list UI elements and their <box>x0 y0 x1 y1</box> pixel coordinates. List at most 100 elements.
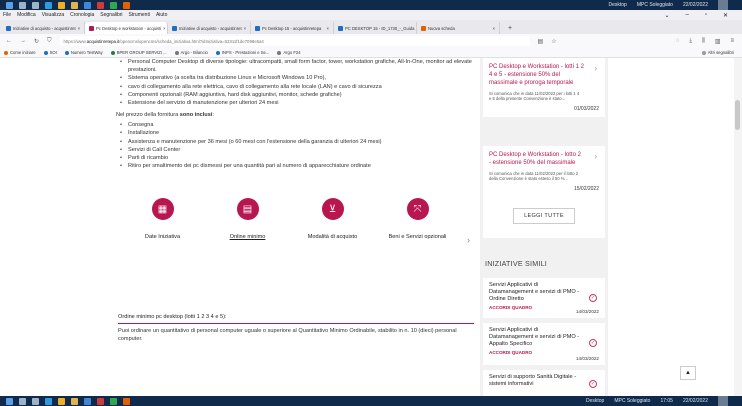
shield-icon[interactable]: ⛉ <box>47 38 52 45</box>
firefox-icon[interactable] <box>123 1 130 9</box>
tab-pc-desktop[interactable]: Pc Desktop e workstation - acquisti × <box>85 22 168 34</box>
tab-nuova-scheda[interactable]: Nuova scheda × <box>417 22 500 34</box>
modalita-acquisto-button[interactable]: ⊻ Modalità di acquisto <box>290 198 375 240</box>
bookmark-inps[interactable]: INPS - Prestazioni e Se... <box>215 50 269 55</box>
check-circle-icon[interactable]: ✓ <box>589 339 597 347</box>
task-view-icon[interactable] <box>32 397 39 405</box>
menu-aiuto[interactable]: Aiuto <box>156 12 167 18</box>
url-bar[interactable]: https://www. acquistinretepa.it/opencms/o… <box>59 36 530 46</box>
firefox-icon[interactable] <box>123 397 130 405</box>
back-icon[interactable]: ← <box>6 38 12 44</box>
similar-title[interactable]: Servizi Applicativi di Datamanagement e … <box>489 327 581 347</box>
reload-icon[interactable]: ↻ <box>34 38 39 45</box>
store-icon[interactable] <box>84 397 91 405</box>
news-title[interactable]: PC Desktop e Workstation - lotto 2 - est… <box>489 151 584 167</box>
forward-icon[interactable]: → <box>20 38 26 44</box>
bookmark-argo-bilancio[interactable]: Argo - Bilancio <box>174 50 208 55</box>
chevron-right-icon[interactable]: › <box>594 152 597 161</box>
tab-iniziative-1[interactable]: Iniziative di acquisto - acquistinret × <box>2 22 85 34</box>
app-icon[interactable] <box>110 397 117 405</box>
bookmark-star-icon[interactable]: ☆ <box>551 38 556 45</box>
scrollbar-thumb[interactable] <box>735 100 740 130</box>
sidebar-icon[interactable]: ▥ <box>715 38 721 45</box>
check-circle-icon[interactable]: ✓ <box>589 380 597 388</box>
divider <box>118 323 474 324</box>
similar-title[interactable]: Servizi di supporto Sanità Digitale - si… <box>489 374 581 388</box>
news-date: 15/02/2022 <box>573 185 599 192</box>
app-icon[interactable] <box>110 1 117 9</box>
close-icon[interactable]: × <box>242 26 246 31</box>
similar-item[interactable]: Servizi di supporto Sanità Digitale - si… <box>483 370 605 396</box>
reader-icon[interactable]: ▤ <box>538 38 544 45</box>
desktop-label[interactable]: Desktop <box>608 2 626 8</box>
chevron-right-icon[interactable]: › <box>467 235 470 245</box>
user-label[interactable]: MPC Soleggiato <box>614 398 650 404</box>
close-icon[interactable]: × <box>76 26 80 31</box>
task-view-icon[interactable] <box>32 1 39 9</box>
menu-cronologia[interactable]: Cronologia <box>70 12 94 18</box>
bookmark-testway[interactable]: Numero TestWay <box>64 50 103 55</box>
close-icon[interactable]: ✕ <box>723 12 728 19</box>
edge-icon[interactable] <box>45 397 52 405</box>
bookmark-come-iniziare[interactable]: Come iniziare <box>4 50 36 55</box>
store-icon[interactable] <box>84 1 91 9</box>
similar-item[interactable]: Servizi Applicativi di Datamanagement e … <box>483 278 605 318</box>
search-icon[interactable] <box>19 397 26 405</box>
news-card[interactable]: PC Desktop e Workstation - lotto 2 - est… <box>483 146 605 197</box>
tab-guida[interactable]: PC DESKTOP 15 - ID_1730_-_Guida× <box>334 22 417 34</box>
back-to-top-button[interactable]: ▲ <box>680 366 696 380</box>
news-card[interactable]: PC Desktop e Workstation - lotti 1 2 4 e… <box>483 58 605 117</box>
search-icon[interactable] <box>19 1 26 9</box>
chevron-right-icon[interactable]: › <box>594 64 597 73</box>
close-icon[interactable]: × <box>491 26 495 31</box>
chrome-icon[interactable] <box>58 397 65 405</box>
new-tab-button[interactable]: + <box>500 25 518 34</box>
menu-icon[interactable]: ≡ <box>730 38 734 45</box>
beni-servizi-button[interactable]: ⤧ Beni e Servizi opzionali <box>375 198 460 240</box>
pdf-icon[interactable] <box>97 1 104 9</box>
notification-icon[interactable] <box>718 396 728 406</box>
similar-item[interactable]: Servizi Applicativi di Datamanagement e … <box>483 323 605 365</box>
maximize-icon[interactable]: ▫ <box>705 12 707 19</box>
leggi-tutte-button[interactable]: LEGGI TUTTE <box>513 208 575 224</box>
menu-modifica[interactable]: Modifica <box>17 12 36 18</box>
bookmark-altri[interactable]: Altri segnalibri <box>701 50 742 55</box>
news-title[interactable]: PC Desktop e Workstation - lotti 1 2 4 e… <box>489 63 584 87</box>
similar-title[interactable]: Servizi Applicativi di Datamanagement e … <box>489 282 581 302</box>
notification-icon[interactable] <box>718 0 728 10</box>
menu-file[interactable]: File <box>3 12 11 18</box>
menu-strumenti[interactable]: Strumenti <box>129 12 150 18</box>
chrome-icon[interactable] <box>58 1 65 9</box>
explorer-icon[interactable] <box>71 1 78 9</box>
date-iniziativa-button[interactable]: ▦ Date Iniziativa <box>120 198 205 240</box>
bookmark-soi[interactable]: SOI <box>43 50 57 55</box>
windows-icon[interactable] <box>6 1 13 9</box>
bookmark-bper[interactable]: BPER GROUP SERVIZI ... <box>110 50 167 55</box>
close-icon[interactable]: × <box>161 26 165 31</box>
page-scrollbar[interactable] <box>734 58 742 396</box>
explorer-icon[interactable] <box>71 397 78 405</box>
edge-icon[interactable] <box>45 1 52 9</box>
user-label[interactable]: MPC Soleggiato <box>637 2 673 8</box>
menu-segnalibri[interactable]: Segnalibri <box>100 12 122 18</box>
download-icon[interactable]: ⤓ <box>689 38 692 45</box>
clock-date[interactable]: 22/02/2022 <box>683 2 708 8</box>
close-icon[interactable]: × <box>325 26 329 31</box>
tab-iniziative-2[interactable]: Iniziative di acquisto - acquistinret × <box>168 22 251 34</box>
favicon-icon <box>89 25 94 31</box>
pdf-icon[interactable] <box>97 397 104 405</box>
windows-icon[interactable] <box>6 397 13 405</box>
list-item: Consegna <box>116 121 476 129</box>
pocket-icon[interactable]: ◌ <box>676 38 680 45</box>
chevron-down-icon[interactable]: ⌄ <box>664 12 669 19</box>
desktop-label[interactable]: Desktop <box>586 398 604 404</box>
library-icon[interactable]: ⫼ <box>702 38 705 45</box>
bookmark-argo-f24[interactable]: Argo F24 <box>277 50 301 55</box>
menu-visualizza[interactable]: Visualizza <box>42 12 64 18</box>
minimize-icon[interactable]: – <box>685 12 688 19</box>
clock-time[interactable]: 17:05 <box>660 398 673 404</box>
check-circle-icon[interactable]: ✓ <box>589 294 597 302</box>
clock-date[interactable]: 22/02/2022 <box>683 398 708 404</box>
tab-pc-desktop-15[interactable]: Pc Desktop 15 - acquistinretepa × <box>251 22 334 34</box>
ordine-minimo-button[interactable]: ▤ Online minimo <box>205 198 290 240</box>
